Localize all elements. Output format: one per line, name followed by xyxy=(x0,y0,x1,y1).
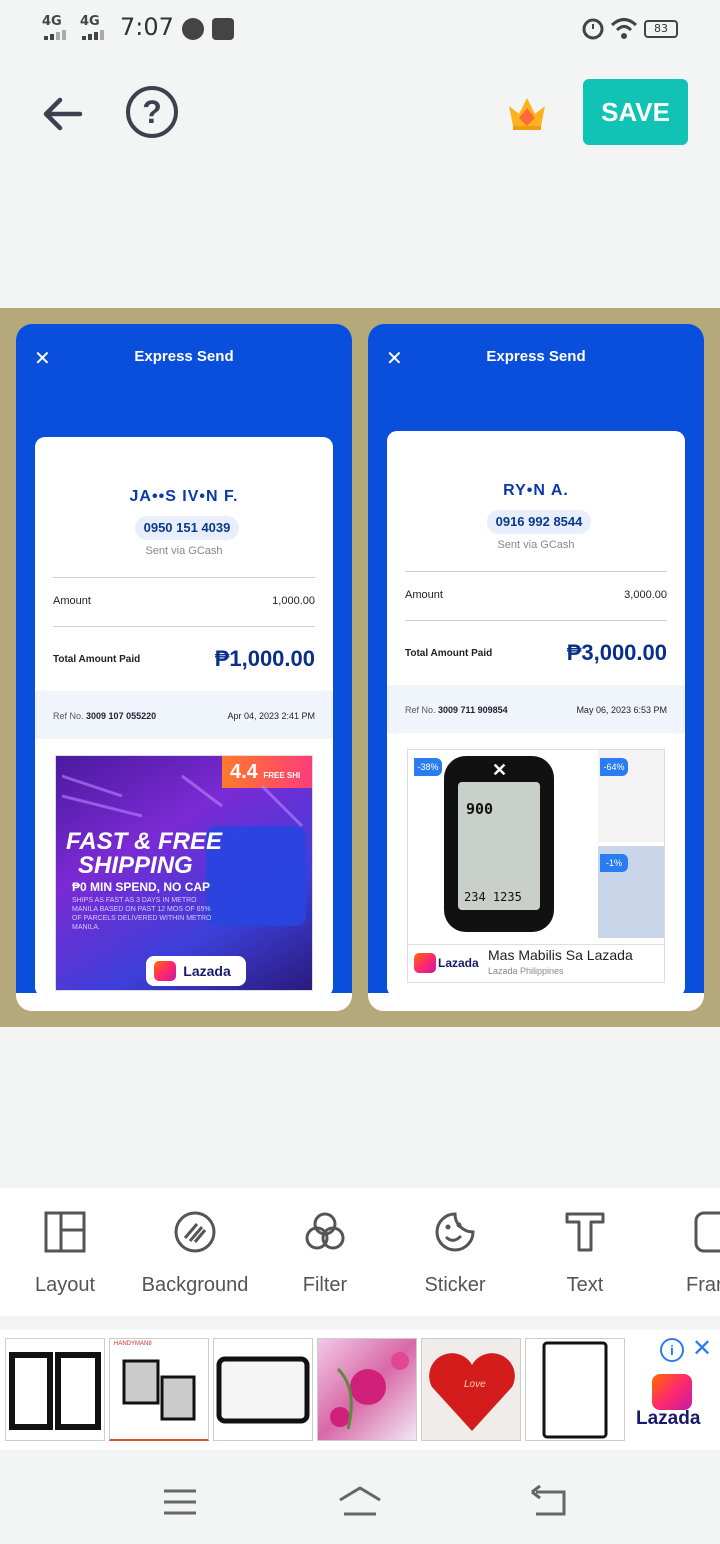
background-icon xyxy=(174,1211,216,1253)
ad-subheadline: ₱0 MIN SPEND, NO CAP xyxy=(72,880,211,894)
receipt-screenshot-left[interactable]: ✕ Express Send JA••S IV•N F. 0950 151 40… xyxy=(16,324,352,1011)
ref-bar: Ref No. 3009 711 909854 May 06, 2023 6:5… xyxy=(387,685,685,733)
signal-bars-icon xyxy=(44,30,66,40)
recipient-name: RY•N A. xyxy=(503,482,569,499)
receipt-screenshot-right[interactable]: ✕ Express Send RY•N A. 0916 992 8544 Sen… xyxy=(368,324,704,1011)
lazada-button[interactable]: Lazada xyxy=(146,956,246,986)
amount-label: Amount xyxy=(405,589,443,601)
facebook-icon xyxy=(212,18,234,40)
layout-icon xyxy=(44,1211,86,1253)
premium-crown-icon[interactable] xyxy=(505,94,549,132)
lazada-gps-ad[interactable]: 900 234 1235 ✕ -38% -64% -1% Lazada Mas … xyxy=(407,749,665,983)
total-label: Total Amount Paid xyxy=(405,648,493,659)
mini-nav-bar xyxy=(368,993,704,1011)
receipt-card: RY•N A. 0916 992 8544 Sent via GCash Amo… xyxy=(387,431,685,997)
ad-info-icon[interactable]: i xyxy=(660,1338,684,1362)
frame-thumbnails: HANDYMAN8 Love i ✕ Lazada xyxy=(0,1330,720,1450)
ad-headline: FAST & FREE SHIPPING xyxy=(66,828,223,879)
signal-bars-icon xyxy=(82,30,104,40)
frame-thumb-6[interactable] xyxy=(525,1338,625,1441)
help-icon[interactable]: ? xyxy=(126,86,178,138)
menu-icon[interactable] xyxy=(162,1488,198,1516)
ref-date: May 06, 2023 6:53 PM xyxy=(576,705,667,715)
total-label: Total Amount Paid xyxy=(53,654,141,665)
ad-brand: Lazada xyxy=(636,1408,701,1429)
app-notification-icon xyxy=(182,18,204,40)
frame-thumb-5[interactable]: Love xyxy=(421,1338,521,1441)
sent-via: Sent via GCash xyxy=(497,539,575,551)
mini-nav-bar xyxy=(16,993,352,1011)
lazada-logo-icon xyxy=(154,961,176,981)
text-icon xyxy=(565,1212,605,1252)
ad-headline: Mas Mabilis Sa Lazada xyxy=(488,947,633,963)
discount-badge: -1% xyxy=(600,854,628,872)
receipt-title: Express Send xyxy=(486,348,586,365)
amount-value: 3,000.00 xyxy=(624,589,667,601)
signal-4g-2: 4G xyxy=(80,14,100,29)
ad-footer[interactable]: Lazada Mas Mabilis Sa Lazada Lazada Phil… xyxy=(408,944,664,980)
amount-value: 1,000.00 xyxy=(272,595,315,607)
signal-4g-1: 4G xyxy=(42,14,62,29)
filter-icon xyxy=(305,1212,345,1250)
lazada-shipping-ad[interactable]: 4.4 FREE SHI FAST & FREE SHIPPING ₱0 MIN … xyxy=(55,755,313,991)
receipt-card: JA••S IV•N F. 0950 151 4039 Sent via GCa… xyxy=(35,437,333,997)
frame-icon xyxy=(694,1211,720,1253)
ad-fineprint: SHIPS AS FAST AS 3 DAYS IN METRO MANILA … xyxy=(72,897,212,931)
sent-via: Sent via GCash xyxy=(145,545,223,557)
total-value: ₱3,000.00 xyxy=(566,640,667,665)
frame-thumb-2[interactable]: HANDYMAN8 xyxy=(109,1338,209,1441)
ref-bar: Ref No. 3009 107 055220 Apr 04, 2023 2:4… xyxy=(35,691,333,739)
ref-date: Apr 04, 2023 2:41 PM xyxy=(227,711,315,721)
ad-brand: Lazada xyxy=(438,956,479,970)
save-button[interactable]: SAVE xyxy=(583,79,688,145)
battery-icon: 83 xyxy=(644,20,678,38)
collage-canvas[interactable]: ✕ Express Send JA••S IV•N F. 0950 151 40… xyxy=(0,308,720,1027)
lazada-banner-ad[interactable]: i ✕ Lazada xyxy=(626,1330,720,1450)
amount-label: Amount xyxy=(53,595,91,607)
tool-layout[interactable]: Layout xyxy=(0,1188,130,1316)
frame-thumb-1[interactable] xyxy=(5,1338,105,1441)
bike-computer-image: 900 234 1235 xyxy=(444,756,554,932)
tool-sticker[interactable]: Sticker xyxy=(390,1188,520,1316)
lazada-logo-icon xyxy=(652,1374,692,1410)
back-nav-icon[interactable] xyxy=(528,1484,568,1518)
recipient-name: JA••S IV•N F. xyxy=(129,488,239,505)
tool-text[interactable]: Text xyxy=(520,1188,650,1316)
back-arrow-icon[interactable] xyxy=(38,90,86,138)
lazada-logo-icon xyxy=(414,953,436,973)
clock: 7:07 xyxy=(120,13,174,41)
tool-filter[interactable]: Filter xyxy=(260,1188,390,1316)
wifi-icon xyxy=(610,18,638,39)
alarm-icon xyxy=(582,18,604,40)
editor-toolbar: Layout Background Filter Sticker Text Fr… xyxy=(0,1188,720,1316)
receipt-title: Express Send xyxy=(134,348,234,365)
system-navigation-bar xyxy=(0,1456,720,1544)
frame-thumb-3[interactable] xyxy=(213,1338,313,1441)
discount-badge: -38% xyxy=(414,758,442,776)
tool-frame[interactable]: Fran xyxy=(650,1188,720,1316)
recipient-phone: 0950 151 4039 xyxy=(135,516,239,540)
recipient-phone: 0916 992 8544 xyxy=(487,510,591,534)
ad-advertiser: Lazada Philippines xyxy=(488,966,564,976)
status-bar: 4G 4G 7:07 83 xyxy=(0,0,720,56)
sticker-icon xyxy=(435,1212,475,1252)
tool-background[interactable]: Background xyxy=(130,1188,260,1316)
ref-number: Ref No. 3009 711 909854 xyxy=(405,705,508,715)
home-icon[interactable] xyxy=(336,1484,384,1518)
ad-close-icon[interactable]: ✕ xyxy=(492,760,507,781)
discount-badge: -64% xyxy=(600,758,628,776)
ad-close-icon[interactable]: ✕ xyxy=(692,1336,712,1362)
frame-thumb-4[interactable] xyxy=(317,1338,417,1441)
total-value: ₱1,000.00 xyxy=(214,646,315,671)
ref-number: Ref No. 3009 107 055220 xyxy=(53,711,157,721)
